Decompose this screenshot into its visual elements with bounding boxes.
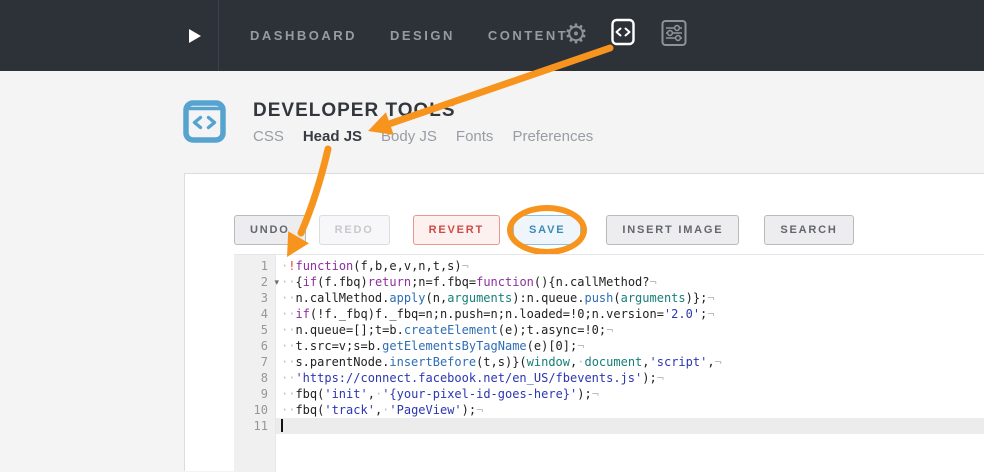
code-line[interactable] [276,418,984,434]
editor-code[interactable]: ·!function(f,b,e,v,n,t,s)¬ ··{if(f.fbq)re… [276,255,984,472]
line-number: 9 [260,387,268,401]
devtools-tabs: CSS Head JS Body JS Fonts Preferences [253,128,593,145]
topbar-divider [218,0,219,71]
editor-gutter: 1 2 ▾ 3 4 5 6 7 8 9 10 11 [234,255,279,472]
revert-button[interactable]: REVERT [412,215,500,245]
tab-fonts[interactable]: Fonts [456,128,494,145]
code-editor[interactable]: 1 2 ▾ 3 4 5 6 7 8 9 10 11 ·!function(f,b,e,v,n,t,s)… [234,254,984,472]
text-cursor [281,419,283,432]
line-number: 11 [253,419,268,433]
gear-icon[interactable]: ⚙ [561,19,591,51]
code-line[interactable]: ··n.queue=[];t=b.createElement(e);t.asyn… [276,322,984,338]
nav-item-dashboard[interactable]: DASHBOARD [250,28,357,43]
fold-arrow-icon[interactable]: ▾ [274,275,279,291]
search-button[interactable]: SEARCH [764,215,854,245]
line-number: 6 [260,339,268,353]
editor-panel: UNDO REDO REVERT SAVE INSERT IMAGE SEARCH 1 2 ▾… [184,173,984,472]
nav-item-design[interactable]: DESIGN [390,28,455,43]
top-nav: DASHBOARD DESIGN CONTENT [250,0,568,71]
editor-toolbar: UNDO REDO REVERT SAVE INSERT IMAGE SEARCH [234,205,867,255]
code-line[interactable]: ··fbq('track',·'PageView');¬ [276,402,984,418]
code-line[interactable]: ·!function(f,b,e,v,n,t,s)¬ [276,258,984,274]
code-window-icon [183,100,226,143]
top-nav-bar: DASHBOARD DESIGN CONTENT ⚙ [0,0,984,71]
tab-body-js[interactable]: Body JS [381,128,437,145]
tab-head-js[interactable]: Head JS [303,128,362,145]
line-number: 7 [260,355,268,369]
line-number: 3 [260,291,268,305]
sliders-icon[interactable] [661,19,687,47]
page-title: DEVELOPER TOOLS [253,100,456,121]
save-button[interactable]: SAVE [513,215,582,245]
line-number: 8 [260,371,268,385]
undo-button[interactable]: UNDO [234,215,306,245]
play-icon[interactable] [189,29,201,43]
code-line[interactable]: ··s.parentNode.insertBefore(t,s)}(window… [276,354,984,370]
code-line[interactable]: ··{if(f.fbq)return;n=f.fbq=function(){n.… [276,274,984,290]
redo-button[interactable]: REDO [318,215,390,245]
line-number: 4 [260,307,268,321]
line-number: 5 [260,323,268,337]
line-number: 2 ▾ [260,275,279,289]
insert-image-button[interactable]: INSERT IMAGE [606,215,740,245]
line-number: 1 [260,259,268,273]
line-number: 10 [253,403,268,417]
code-line[interactable]: ··'https://connect.facebook.net/en_US/fb… [276,370,984,386]
code-line[interactable]: ··if(!f._fbq)f._fbq=n;n.push=n;n.loaded=… [276,306,984,322]
code-icon[interactable] [611,18,635,46]
nav-item-content[interactable]: CONTENT [488,28,568,43]
code-line[interactable]: ··t.src=v;s=b.getElementsByTagName(e)[0]… [276,338,984,354]
tab-preferences[interactable]: Preferences [512,128,593,145]
code-line[interactable]: ··n.callMethod.apply(n,arguments):n.queu… [276,290,984,306]
tab-css[interactable]: CSS [253,128,284,145]
code-line[interactable]: ··fbq('init',·'{your-pixel-id-goes-here}… [276,386,984,402]
